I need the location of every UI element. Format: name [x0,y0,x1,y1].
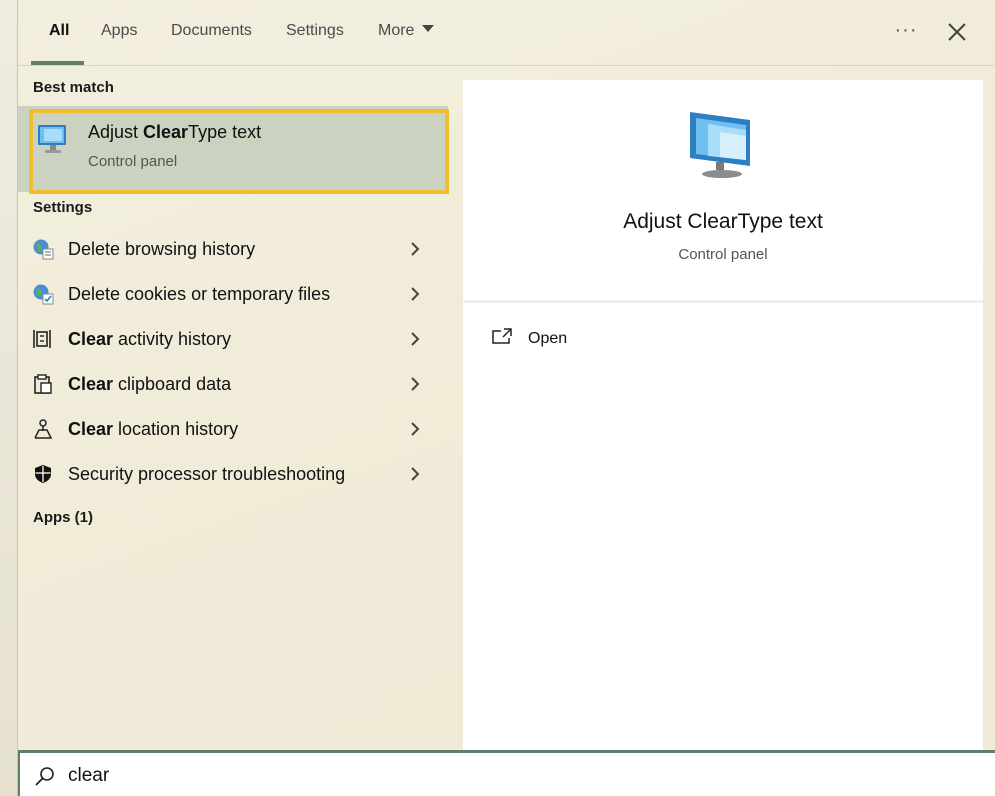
desktop-background-edge [0,0,18,796]
setting-label: Delete cookies or temporary files [68,284,331,304]
setting-security-processor-troubleshooting[interactable]: Security processor troubleshooting [18,452,448,497]
globe-check-icon [33,284,54,305]
close-icon [948,23,966,41]
tab-more-label: More [378,22,415,39]
setting-delete-browsing-history[interactable]: Delete browsing history [18,227,448,272]
setting-label: Clear location history [68,419,239,439]
tab-more[interactable]: More [378,22,435,40]
setting-label: Delete browsing history [68,239,256,259]
setting-delete-cookies[interactable]: Delete cookies or temporary files [18,272,448,317]
clipboard-icon [34,374,52,394]
best-match-title: Adjust ClearType text [88,122,261,143]
shield-icon [35,465,51,483]
chevron-right-icon [411,467,420,481]
monitor-icon [690,112,750,178]
apps-heading: Apps (1) [33,509,93,526]
globe-settings-icon [33,239,54,260]
best-match-subtitle: Control panel [88,153,178,170]
open-external-icon [492,328,512,344]
preview-divider [463,300,983,303]
best-match-title-suffix: Type text [188,122,262,142]
tab-settings[interactable]: Settings [286,22,344,40]
location-icon [34,419,53,439]
monitor-icon [38,125,66,153]
search-panel: All Apps Documents Settings More ··· Bes… [18,0,995,796]
setting-clear-activity-history[interactable]: Clear activity history [18,317,448,362]
setting-label: Clear activity history [68,329,232,349]
filter-tab-bar: All Apps Documents Settings More ··· [18,0,995,66]
setting-clear-clipboard-data[interactable]: Clear clipboard data [18,362,448,407]
search-icon [35,767,54,786]
setting-label: Security processor troubleshooting [68,464,346,484]
chevron-right-icon [411,287,420,301]
caret-down-icon [422,25,435,32]
preview-title: Adjust ClearType text [623,210,823,233]
settings-heading: Settings [33,199,93,216]
tab-all[interactable]: All [49,22,69,40]
chevron-right-icon [411,422,420,436]
best-match-title-prefix: Adjust [88,122,144,142]
active-tab-indicator [31,61,84,65]
preview-subtitle: Control panel [678,246,768,263]
activity-history-icon [33,330,51,348]
best-match-heading: Best match [33,79,114,96]
search-input[interactable] [68,761,948,791]
tab-apps[interactable]: Apps [101,22,137,40]
chevron-right-icon [411,377,420,391]
best-match-title-bold: Clear [143,122,189,142]
setting-label: Clear clipboard data [68,374,232,394]
more-options-button[interactable]: ··· [890,16,922,48]
chevron-right-icon [411,242,420,256]
open-action[interactable]: Open [491,325,691,355]
setting-clear-location-history[interactable]: Clear location history [18,407,448,452]
chevron-right-icon [411,332,420,346]
tab-documents[interactable]: Documents [171,22,252,40]
search-bar [18,750,995,796]
open-label: Open [528,330,568,347]
result-preview-pane: Adjust ClearType text Control panel Open [463,80,983,750]
close-button[interactable] [943,18,971,46]
